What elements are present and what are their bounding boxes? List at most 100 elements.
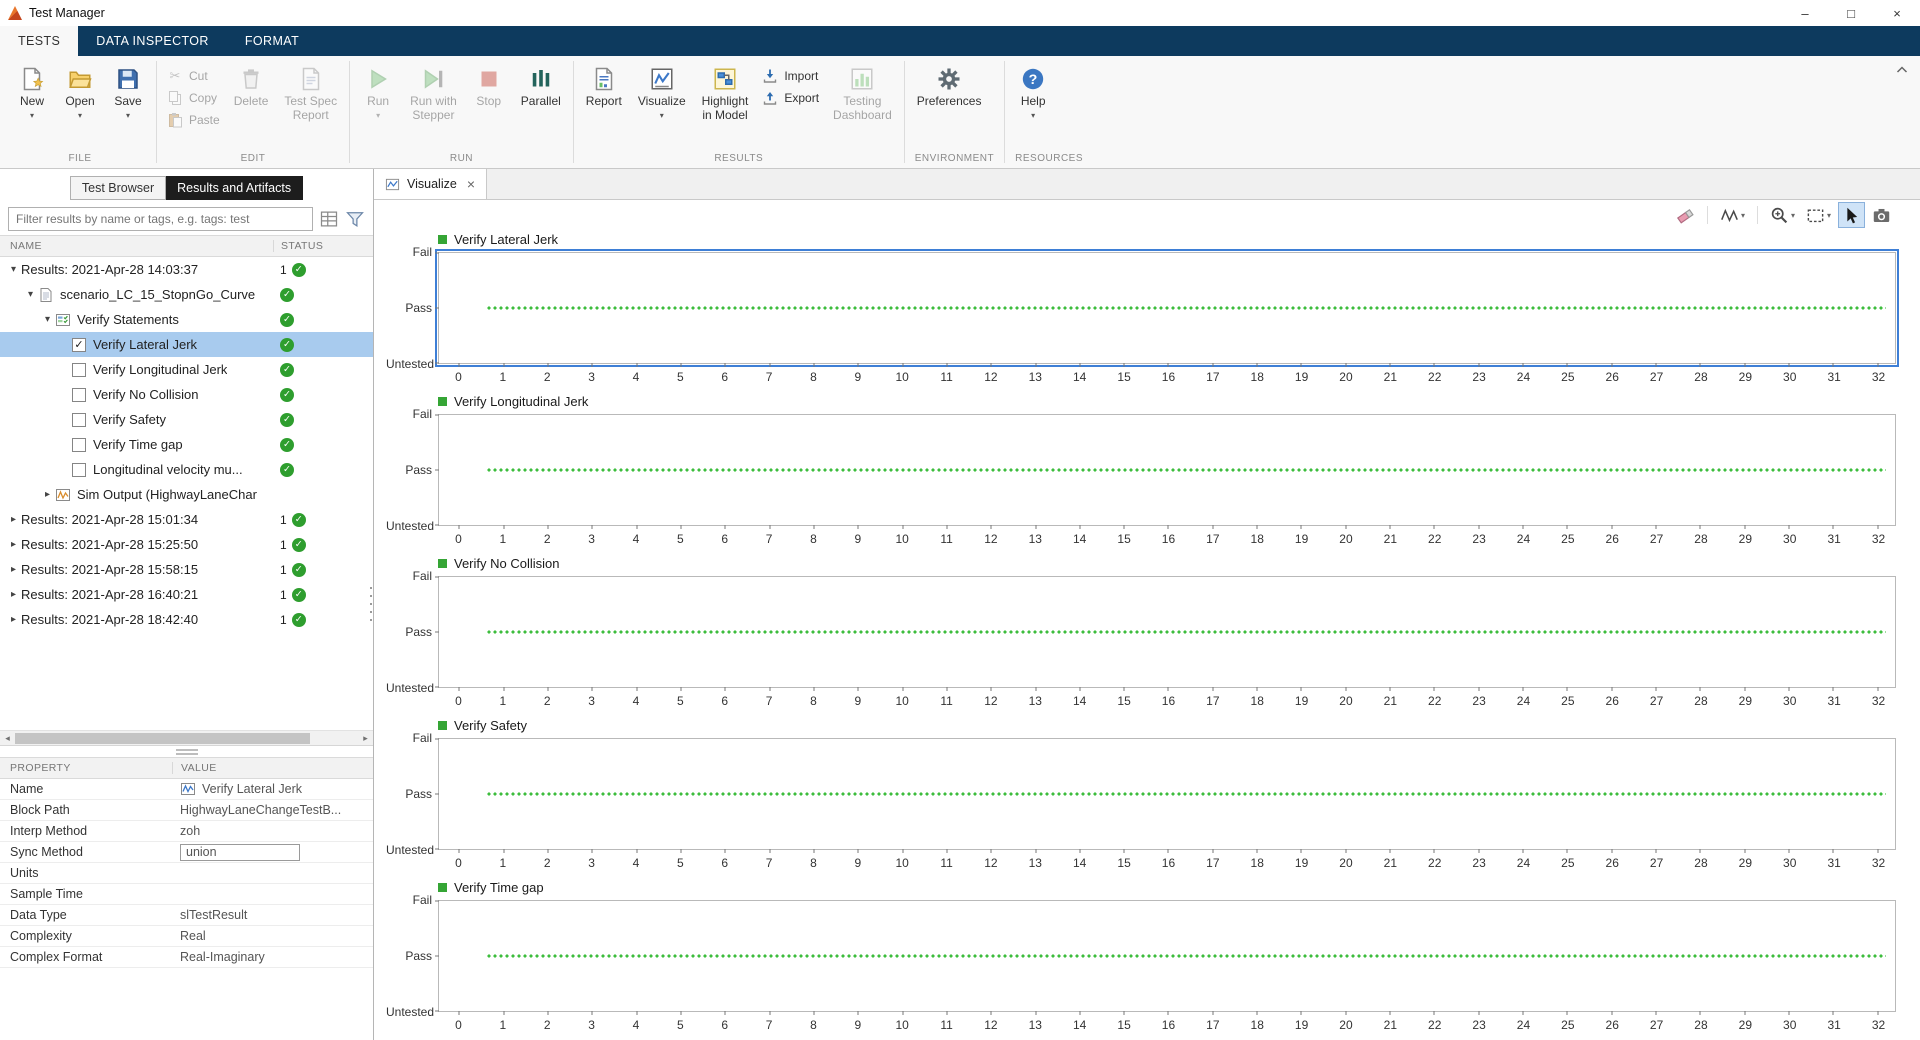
visualize-button[interactable]: Visualize▾ <box>631 60 693 122</box>
property-row[interactable]: Block PathHighwayLaneChangeTestB... <box>0 800 373 821</box>
zoom-in-button[interactable]: ▾ <box>1767 203 1798 227</box>
expand-icon[interactable]: ▸ <box>6 614 21 625</box>
x-axis-label: 26 <box>1606 856 1619 870</box>
ribbon-tab-data-inspector[interactable]: DATA INSPECTOR <box>78 26 227 56</box>
collapse-icon[interactable]: ▾ <box>23 289 38 300</box>
tree-row[interactable]: ▸Sim Output (HighwayLaneChar <box>0 482 373 507</box>
tree-row[interactable]: ▸Results: 2021-Apr-28 16:40:211✓ <box>0 582 373 607</box>
panel-splitter[interactable] <box>0 745 373 757</box>
brush-button[interactable] <box>1673 203 1698 227</box>
x-tick <box>946 687 947 691</box>
plot-area[interactable] <box>438 900 1896 1012</box>
property-row[interactable]: NameVerify Lateral Jerk <box>0 779 373 800</box>
tree-row[interactable]: ▸Results: 2021-Apr-28 15:58:151✓ <box>0 557 373 582</box>
delete-button[interactable]: Delete <box>227 60 276 111</box>
run-button[interactable]: Run▾ <box>355 60 401 122</box>
parallel-button[interactable]: Parallel <box>514 60 568 111</box>
property-value-text[interactable]: union <box>180 844 300 861</box>
scroll-left-icon[interactable]: ◂ <box>0 733 15 744</box>
x-axis-label: 7 <box>766 694 773 708</box>
panel-tab-results-and-artifacts[interactable]: Results and Artifacts <box>166 176 303 200</box>
close-button[interactable]: × <box>1874 0 1920 26</box>
tree-row[interactable]: ▸Results: 2021-Apr-28 15:25:501✓ <box>0 532 373 557</box>
plot-area[interactable] <box>438 738 1896 850</box>
tree-row[interactable]: ▾scenario_LC_15_StopnGo_Curve✓ <box>0 282 373 307</box>
test-spec-report-button[interactable]: Test Spec Report <box>277 60 344 125</box>
save-button[interactable]: Save▾ <box>105 60 151 122</box>
expand-icon[interactable]: ▸ <box>6 514 21 525</box>
tree-row[interactable]: ▾Results: 2021-Apr-28 14:03:371✓ <box>0 257 373 282</box>
expand-icon[interactable]: ▸ <box>6 564 21 575</box>
new-button[interactable]: New▾ <box>9 60 55 122</box>
x-tick <box>1611 849 1612 853</box>
preferences-button[interactable]: Preferences <box>910 60 989 111</box>
property-row[interactable]: Data TypeslTestResult <box>0 905 373 926</box>
paste-button[interactable]: Paste <box>167 112 220 128</box>
delete-icon <box>239 67 263 91</box>
scrollbar-thumb[interactable] <box>15 733 310 744</box>
property-row[interactable]: Units <box>0 863 373 884</box>
import-button[interactable]: Import <box>762 68 819 84</box>
maximize-button[interactable]: □ <box>1828 0 1874 26</box>
collapse-icon[interactable]: ▾ <box>40 314 55 325</box>
tree-row[interactable]: Longitudinal velocity mu...✓ <box>0 457 373 482</box>
x-tick <box>1124 363 1125 367</box>
property-row[interactable]: Interp Methodzoh <box>0 821 373 842</box>
pass-badge-icon: ✓ <box>292 613 306 627</box>
property-row[interactable]: ComplexityReal <box>0 926 373 947</box>
export-button[interactable]: Export <box>762 90 819 106</box>
highlight-in-model-button[interactable]: Highlight in Model <box>695 60 756 125</box>
tree-row[interactable]: Verify Time gap✓ <box>0 432 373 457</box>
tree-row[interactable]: Verify Longitudinal Jerk✓ <box>0 357 373 382</box>
tree-row[interactable]: Verify No Collision✓ <box>0 382 373 407</box>
cut-button[interactable]: ✂Cut <box>167 68 220 84</box>
property-search-icon[interactable] <box>319 209 339 229</box>
expand-icon[interactable]: ▸ <box>6 589 21 600</box>
checkbox[interactable] <box>72 388 86 402</box>
tree-row[interactable]: Verify Safety✓ <box>0 407 373 432</box>
collapse-icon[interactable]: ▾ <box>6 264 21 275</box>
checkbox[interactable] <box>72 413 86 427</box>
testing-dashboard-button[interactable]: Testing Dashboard <box>826 60 899 125</box>
tree-row[interactable]: ▸Results: 2021-Apr-28 15:01:341✓ <box>0 507 373 532</box>
plot-area[interactable] <box>438 252 1896 364</box>
checkbox[interactable] <box>72 363 86 377</box>
open-button[interactable]: Open▾ <box>57 60 103 122</box>
tree-row[interactable]: ▾Verify Statements✓ <box>0 307 373 332</box>
close-tab-icon[interactable]: × <box>467 176 475 192</box>
zoom-box-button[interactable]: ▾ <box>1803 203 1834 227</box>
snapshot-camera-button[interactable] <box>1869 203 1894 227</box>
run-with-stepper-button[interactable]: Run with Stepper <box>403 60 464 125</box>
checkbox[interactable]: ✓ <box>72 338 86 352</box>
report-button[interactable]: Report <box>579 60 629 111</box>
tree-row[interactable]: ✓Verify Lateral Jerk✓ <box>0 332 373 357</box>
expand-icon[interactable]: ▸ <box>6 539 21 550</box>
ribbon-tab-format[interactable]: FORMAT <box>227 26 317 56</box>
filter-input[interactable] <box>8 207 313 231</box>
scroll-right-icon[interactable]: ▸ <box>358 733 373 744</box>
expand-icon[interactable]: ▸ <box>40 489 55 500</box>
property-row[interactable]: Sync Methodunion <box>0 842 373 863</box>
plot-area[interactable] <box>438 576 1896 688</box>
stop-button[interactable]: Stop <box>466 60 512 111</box>
panel-tab-test-browser[interactable]: Test Browser <box>70 176 166 200</box>
checkbox[interactable] <box>72 463 86 477</box>
vertical-splitter-handle[interactable] <box>369 585 373 625</box>
button-label: Parallel <box>521 95 561 109</box>
plot-area[interactable] <box>438 414 1896 526</box>
filter-funnel-icon[interactable] <box>345 209 365 229</box>
horizontal-scrollbar[interactable]: ◂ ▸ <box>0 730 373 745</box>
signal-generator-button[interactable]: ▾ <box>1717 203 1748 227</box>
checkbox[interactable] <box>72 438 86 452</box>
collapse-ribbon-button[interactable] <box>1894 62 1910 78</box>
property-row[interactable]: Complex FormatReal-Imaginary <box>0 947 373 968</box>
x-tick <box>1611 687 1612 691</box>
ribbon-tab-tests[interactable]: TESTS <box>0 26 78 56</box>
help-button[interactable]: ?Help▾ <box>1010 60 1056 122</box>
copy-button[interactable]: Copy <box>167 90 220 106</box>
tab-visualize[interactable]: Visualize × <box>374 169 487 199</box>
tree-row[interactable]: ▸Results: 2021-Apr-28 18:42:401✓ <box>0 607 373 632</box>
pointer-button[interactable] <box>1839 203 1864 227</box>
property-row[interactable]: Sample Time <box>0 884 373 905</box>
minimize-button[interactable]: – <box>1782 0 1828 26</box>
